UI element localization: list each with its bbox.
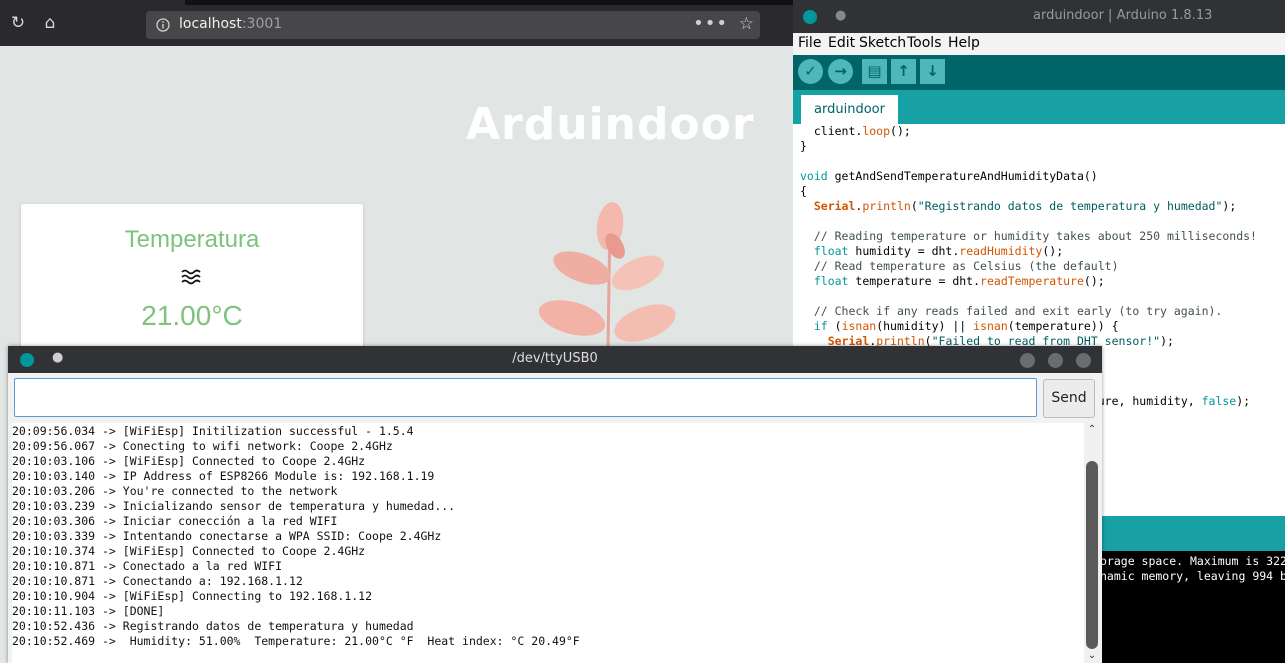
- serial-line: 20:10:10.871 -> Conectado a la red WIFI: [12, 559, 283, 573]
- serial-scrollbar[interactable]: ⌃ ⌄: [1084, 423, 1100, 663]
- temperature-value: 21.00°C: [141, 300, 243, 331]
- serial-line: 20:10:03.140 -> IP Address of ESP8266 Mo…: [12, 469, 435, 483]
- ide-window-title: arduindoor | Arduino 1.8.13: [1033, 8, 1213, 23]
- window-pin-icon[interactable]: ●: [835, 8, 846, 23]
- serial-line: 20:10:11.103 -> [DONE]: [12, 604, 165, 618]
- browser-toolbar: ↻ ⌂ localhost:3001 ••• ☆: [0, 0, 793, 46]
- serial-line: 20:10:03.339 -> Intentando conectarse a …: [12, 529, 442, 543]
- upload-icon[interactable]: →: [828, 59, 853, 84]
- serial-line: 20:09:56.067 -> Conecting to wifi networ…: [12, 439, 393, 453]
- ide-titlebar: ● arduindoor | Arduino 1.8.13: [793, 0, 1285, 33]
- maximize-icon[interactable]: [1048, 353, 1063, 368]
- open-icon[interactable]: ↑: [891, 59, 916, 84]
- url-host: localhost: [179, 16, 242, 32]
- verify-icon[interactable]: ✓: [798, 59, 823, 84]
- serial-line: 20:10:52.469 -> Humidity: 51.00% Tempera…: [12, 634, 580, 648]
- menu-tools[interactable]: Tools: [907, 35, 942, 51]
- serial-line: 20:10:03.306 -> Iniciar conección a la r…: [12, 514, 338, 528]
- scrollbar-thumb[interactable]: [1086, 461, 1098, 649]
- serial-line: 20:10:03.206 -> You're connected to the …: [12, 484, 338, 498]
- serial-line: 20:10:10.904 -> [WiFiEsp] Connecting to …: [12, 589, 373, 603]
- menu-edit[interactable]: Edit: [828, 35, 855, 51]
- scroll-down-icon[interactable]: ⌄: [1084, 649, 1100, 663]
- home-icon[interactable]: ⌂: [40, 13, 60, 33]
- menu-file[interactable]: File: [798, 35, 821, 51]
- minimize-icon[interactable]: [1020, 353, 1035, 368]
- browser-tab-strip: [185, 0, 793, 5]
- url-text[interactable]: localhost:3001: [179, 16, 282, 32]
- waves-icon: [181, 269, 201, 285]
- serial-titlebar: ● /dev/ttyUSB0: [8, 346, 1102, 373]
- send-button[interactable]: Send: [1043, 379, 1095, 418]
- ide-tabs-bar: arduindoor: [793, 90, 1285, 124]
- ide-menubar: File Edit Sketch Tools Help: [793, 33, 1285, 55]
- console-line: namic memory, leaving 994 b: [1100, 569, 1285, 583]
- serial-line: 20:10:52.436 -> Registrando datos de tem…: [12, 619, 414, 633]
- console-text: orage space. Maximum is 322 namic memory…: [1100, 554, 1285, 584]
- plant-illustration: [538, 202, 676, 348]
- serial-output-text: 20:09:56.034 -> [WiFiEsp] Initilization …: [12, 424, 580, 649]
- serial-window-title: /dev/ttyUSB0: [512, 351, 598, 366]
- temperature-title: Temperatura: [124, 226, 260, 253]
- serial-line: 20:10:03.239 -> Inicializando sensor de …: [12, 499, 456, 513]
- ide-toolbar: ✓ → ▤ ↑ ↓: [793, 55, 1285, 90]
- url-port: :3001: [241, 16, 283, 32]
- scroll-up-icon[interactable]: ⌃: [1084, 423, 1100, 437]
- menu-help[interactable]: Help: [948, 35, 980, 51]
- serial-output[interactable]: 20:09:56.034 -> [WiFiEsp] Initilization …: [12, 423, 1084, 663]
- page-actions-icon[interactable]: •••: [693, 13, 728, 34]
- serial-input[interactable]: [14, 378, 1037, 417]
- url-bar[interactable]: localhost:3001 ••• ☆: [146, 11, 760, 39]
- page-info-icon[interactable]: [156, 18, 170, 32]
- serial-line: 20:10:03.106 -> [WiFiEsp] Connected to C…: [12, 454, 366, 468]
- arduino-logo-icon: [803, 10, 817, 24]
- bookmark-star-icon[interactable]: ☆: [739, 14, 754, 34]
- serial-line: 20:10:10.374 -> [WiFiEsp] Connected to C…: [12, 544, 366, 558]
- serial-monitor-window: ● /dev/ttyUSB0 Send 20:09:56.034 -> [WiF…: [8, 346, 1102, 663]
- close-icon[interactable]: [1076, 353, 1091, 368]
- save-icon[interactable]: ↓: [920, 59, 945, 84]
- console-line: orage space. Maximum is 322: [1100, 554, 1285, 568]
- menu-sketch[interactable]: Sketch: [859, 35, 906, 51]
- new-icon[interactable]: ▤: [862, 59, 887, 84]
- serial-line: 20:10:10.871 -> Conectando a: 192.168.1.…: [12, 574, 303, 588]
- page-title: Arduindoor: [466, 99, 755, 150]
- tab-arduindoor[interactable]: arduindoor: [801, 95, 898, 124]
- serial-line: 20:09:56.034 -> [WiFiEsp] Initilization …: [12, 424, 414, 438]
- reload-icon[interactable]: ↻: [8, 13, 28, 33]
